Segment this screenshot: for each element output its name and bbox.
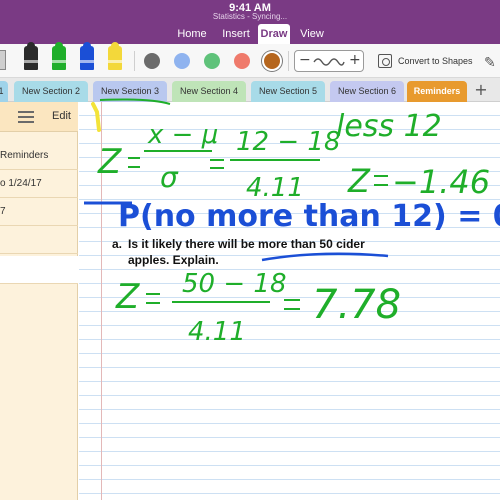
stroke-plus-button[interactable]: +: [349, 52, 361, 68]
convert-to-shapes-label: Convert to Shapes: [398, 56, 473, 66]
color-swatch-green[interactable]: [204, 53, 220, 69]
pen-black-icon[interactable]: [24, 42, 38, 70]
tab-view[interactable]: View: [294, 24, 330, 44]
page-item[interactable]: [0, 226, 78, 254]
document-title: Statistics - Syncing...: [212, 12, 288, 21]
page-item-selected[interactable]: [0, 256, 78, 284]
section-tab-reminders[interactable]: Reminders: [407, 81, 467, 102]
convert-shapes-icon: [378, 54, 392, 68]
edit-pages-button[interactable]: Edit: [52, 110, 71, 122]
onenote-window: 9:41 AM Statistics - Syncing... Home Ins…: [0, 0, 500, 500]
stroke-wave-icon: [313, 58, 345, 66]
tab-draw[interactable]: Draw: [258, 24, 290, 44]
question-line-1: Is it likely there will be more than 50 …: [128, 237, 365, 251]
section-tab-1[interactable]: 1: [0, 81, 8, 102]
add-section-button[interactable]: +: [470, 82, 492, 100]
draw-toolbar: − + Convert to Shapes ✎: [0, 42, 500, 78]
section-tab-new-section-3[interactable]: New Section 3: [93, 81, 167, 102]
stroke-minus-button[interactable]: −: [299, 52, 311, 68]
color-swatch-brown-selected[interactable]: [264, 53, 280, 69]
pen-blue-icon[interactable]: [80, 42, 94, 70]
highlighter-yellow-icon[interactable]: [108, 42, 122, 70]
page-list-pane: Edit Reminders o 1/24/17 7: [0, 102, 78, 500]
eraser-icon[interactable]: [0, 50, 6, 70]
tab-home[interactable]: Home: [170, 24, 214, 44]
ink-to-text-icon[interactable]: ✎: [484, 55, 496, 71]
toolbar-divider: [134, 51, 135, 71]
page-item[interactable]: Reminders: [0, 142, 78, 170]
section-tab-bar: 1 New Section 2 New Section 3 New Sectio…: [0, 78, 500, 102]
sort-list-icon[interactable]: [18, 111, 34, 123]
stroke-width-control[interactable]: − +: [294, 50, 364, 72]
color-swatch-blue[interactable]: [174, 53, 190, 69]
color-swatch-gray[interactable]: [144, 53, 160, 69]
ribbon-tab-bar: Home Insert Draw View: [0, 22, 500, 44]
toolbar-divider: [288, 51, 289, 71]
note-canvas[interactable]: [79, 102, 500, 500]
section-tab-new-section-6[interactable]: New Section 6: [330, 81, 404, 102]
question-line-2: apples. Explain.: [128, 253, 219, 267]
question-marker: a.: [112, 237, 123, 251]
color-swatch-red[interactable]: [234, 53, 250, 69]
section-tab-new-section-2[interactable]: New Section 2: [14, 81, 88, 102]
convert-to-shapes-button[interactable]: Convert to Shapes: [378, 53, 478, 71]
status-bar: 9:41 AM Statistics - Syncing...: [0, 0, 500, 22]
page-item[interactable]: 7: [0, 198, 78, 226]
page-margin-line: [101, 102, 102, 500]
tab-insert[interactable]: Insert: [214, 24, 258, 44]
section-tab-new-section-4[interactable]: New Section 4: [172, 81, 246, 102]
page-item[interactable]: o 1/24/17: [0, 170, 78, 198]
section-tab-new-section-5[interactable]: New Section 5: [251, 81, 325, 102]
pen-green-icon[interactable]: [52, 42, 66, 70]
page-list-header: Edit: [0, 102, 78, 132]
